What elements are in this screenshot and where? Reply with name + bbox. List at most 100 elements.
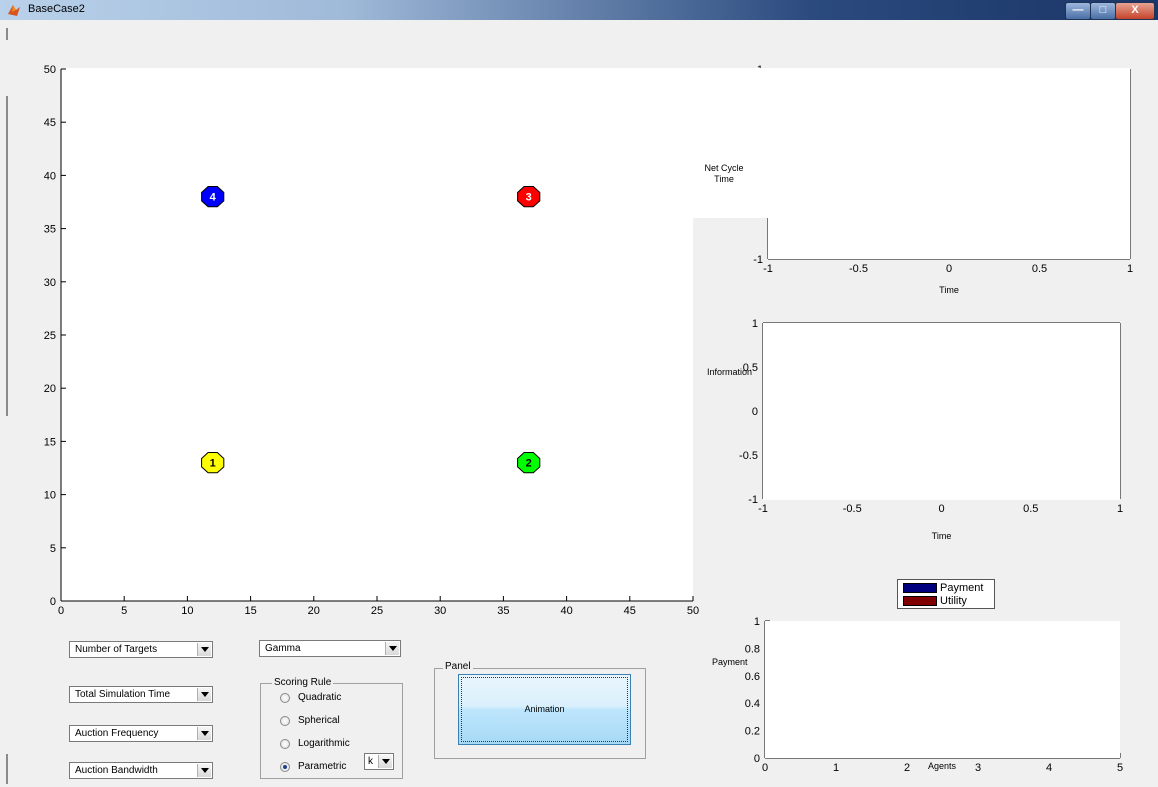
payment-xlabel: Agents xyxy=(928,761,957,771)
legend-swatch-utility xyxy=(903,596,937,606)
legend-label-payment: Payment xyxy=(940,582,984,594)
cycle-time-ylabel: Net Cycle Time xyxy=(700,163,748,185)
auction-frequency-value: Auction Frequency xyxy=(75,728,159,739)
radio-label: Spherical xyxy=(298,715,340,726)
scoring-rule-title: Scoring Rule xyxy=(272,677,334,689)
payment-y-tick-label: 0.6 xyxy=(745,671,760,683)
field-y-tick-label: 15 xyxy=(44,436,56,448)
cycle-y-tick-label: -1 xyxy=(753,254,763,266)
agent-label-2: 2 xyxy=(526,458,532,470)
info-x-tick-label: 0.5 xyxy=(1023,503,1038,515)
payment-y-tick-label: 1 xyxy=(754,616,760,628)
info-x-tick-label: -0.5 xyxy=(843,503,862,515)
field-y-tick-label: 30 xyxy=(44,277,56,289)
cycle-x-tick-label: 0 xyxy=(946,263,952,275)
info-x-tick-label: 1 xyxy=(1117,503,1123,515)
info-x-tick-label: -1 xyxy=(758,503,768,515)
payment-axes-background xyxy=(765,621,1120,758)
radio-label: Logarithmic xyxy=(298,738,350,749)
field-y-tick-label: 40 xyxy=(44,170,56,182)
cycle-time-ylabel-background xyxy=(693,68,768,218)
payment-x-tick-label: 2 xyxy=(904,762,910,774)
chevron-down-icon xyxy=(197,727,211,740)
payment-ylabel: Payment xyxy=(712,657,748,667)
chevron-down-icon xyxy=(197,764,211,777)
info-xlabel: Time xyxy=(932,531,952,541)
field-x-tick-label: 45 xyxy=(624,605,636,617)
field-x-tick-label: 25 xyxy=(371,605,383,617)
gamma-dropdown[interactable]: Gamma xyxy=(259,640,401,657)
field-x-tick-label: 20 xyxy=(308,605,320,617)
legend-label-utility: Utility xyxy=(940,595,967,607)
cycle-time-ylabel-line1: Net Cycle xyxy=(704,163,744,173)
field-x-tick-label: 0 xyxy=(58,605,64,617)
field-y-tick-label: 5 xyxy=(50,543,56,555)
field-x-tick-label: 10 xyxy=(181,605,193,617)
field-x-tick-label: 40 xyxy=(560,605,572,617)
auction-bandwidth-dropdown[interactable]: Auction Bandwidth xyxy=(69,762,213,779)
radio-button-icon xyxy=(280,716,290,726)
total-simulation-time-dropdown[interactable]: Total Simulation Time xyxy=(69,686,213,703)
parametric-k-dropdown[interactable]: k xyxy=(364,753,394,770)
info-y-tick-label: 1 xyxy=(752,318,758,330)
chevron-down-icon xyxy=(197,643,211,656)
payment-x-tick-label: 0 xyxy=(762,762,768,774)
cycle-time-axes-background xyxy=(768,68,1130,259)
field-x-tick-label: 35 xyxy=(497,605,509,617)
cycle-x-tick-label: 1 xyxy=(1127,263,1133,275)
radio-label: Parametric xyxy=(298,761,347,772)
number-of-targets-dropdown[interactable]: Number of Targets xyxy=(69,641,213,658)
payment-y-tick-label: 0.4 xyxy=(745,698,760,710)
field-y-tick-label: 35 xyxy=(44,224,56,236)
agent-label-3: 3 xyxy=(526,192,532,204)
radio-button-icon xyxy=(280,693,290,703)
agent-label-1: 1 xyxy=(210,458,216,470)
field-y-tick-label: 0 xyxy=(50,596,56,608)
cycle-x-tick-label: 0.5 xyxy=(1032,263,1047,275)
field-y-tick-label: 20 xyxy=(44,383,56,395)
info-y-tick-label: -0.5 xyxy=(739,450,758,462)
payment-x-tick-label: 3 xyxy=(975,762,981,774)
auction-bandwidth-value: Auction Bandwidth xyxy=(75,765,158,776)
info-y-tick-label: -1 xyxy=(748,494,758,506)
field-x-tick-label: 15 xyxy=(244,605,256,617)
field-x-tick-label: 30 xyxy=(434,605,446,617)
info-x-tick-label: 0 xyxy=(938,503,944,515)
agent-label-4: 4 xyxy=(210,192,217,204)
payment-y-tick-label: 0 xyxy=(754,753,760,765)
agent-marker-3: 3 xyxy=(517,186,541,208)
info-y-tick-label: 0 xyxy=(752,406,758,418)
chevron-down-icon xyxy=(197,688,211,701)
payment-x-tick-label: 1 xyxy=(833,762,839,774)
cycle-x-tick-label: -1 xyxy=(763,263,773,275)
cycle-time-ylabel-line2: Time xyxy=(714,174,734,184)
info-ylabel: Information xyxy=(707,367,752,377)
payment-legend: Payment Utility xyxy=(897,579,995,609)
payment-x-tick-label: 5 xyxy=(1117,762,1123,774)
radio-button-selected-icon xyxy=(280,762,290,772)
cycle-x-tick-label: -0.5 xyxy=(849,263,868,275)
field-y-tick-label: 10 xyxy=(44,490,56,502)
payment-y-tick-label: 0.8 xyxy=(745,643,760,655)
animation-button[interactable]: Animation xyxy=(458,674,631,745)
field-x-tick-label: 5 xyxy=(121,605,127,617)
parametric-k-value: k xyxy=(368,756,373,767)
panel-title: Panel xyxy=(443,661,473,673)
information-axes-background xyxy=(763,323,1120,500)
agent-marker-2: 2 xyxy=(517,452,541,474)
field-y-tick-label: 50 xyxy=(44,64,56,76)
payment-x-tick-label: 4 xyxy=(1046,762,1052,774)
chevron-down-icon xyxy=(378,755,392,768)
field-y-tick-label: 45 xyxy=(44,117,56,129)
auction-frequency-dropdown[interactable]: Auction Frequency xyxy=(69,725,213,742)
radio-button-icon xyxy=(280,739,290,749)
payment-y-tick-label: 0.2 xyxy=(745,726,760,738)
agent-marker-1: 1 xyxy=(201,452,225,474)
number-of-targets-value: Number of Targets xyxy=(75,644,158,655)
total-simulation-time-value: Total Simulation Time xyxy=(75,689,171,700)
gamma-value: Gamma xyxy=(265,643,301,654)
field-y-tick-label: 25 xyxy=(44,330,56,342)
field-x-tick-label: 50 xyxy=(687,605,699,617)
chevron-down-icon xyxy=(385,642,399,655)
cycle-xlabel: Time xyxy=(939,285,959,295)
